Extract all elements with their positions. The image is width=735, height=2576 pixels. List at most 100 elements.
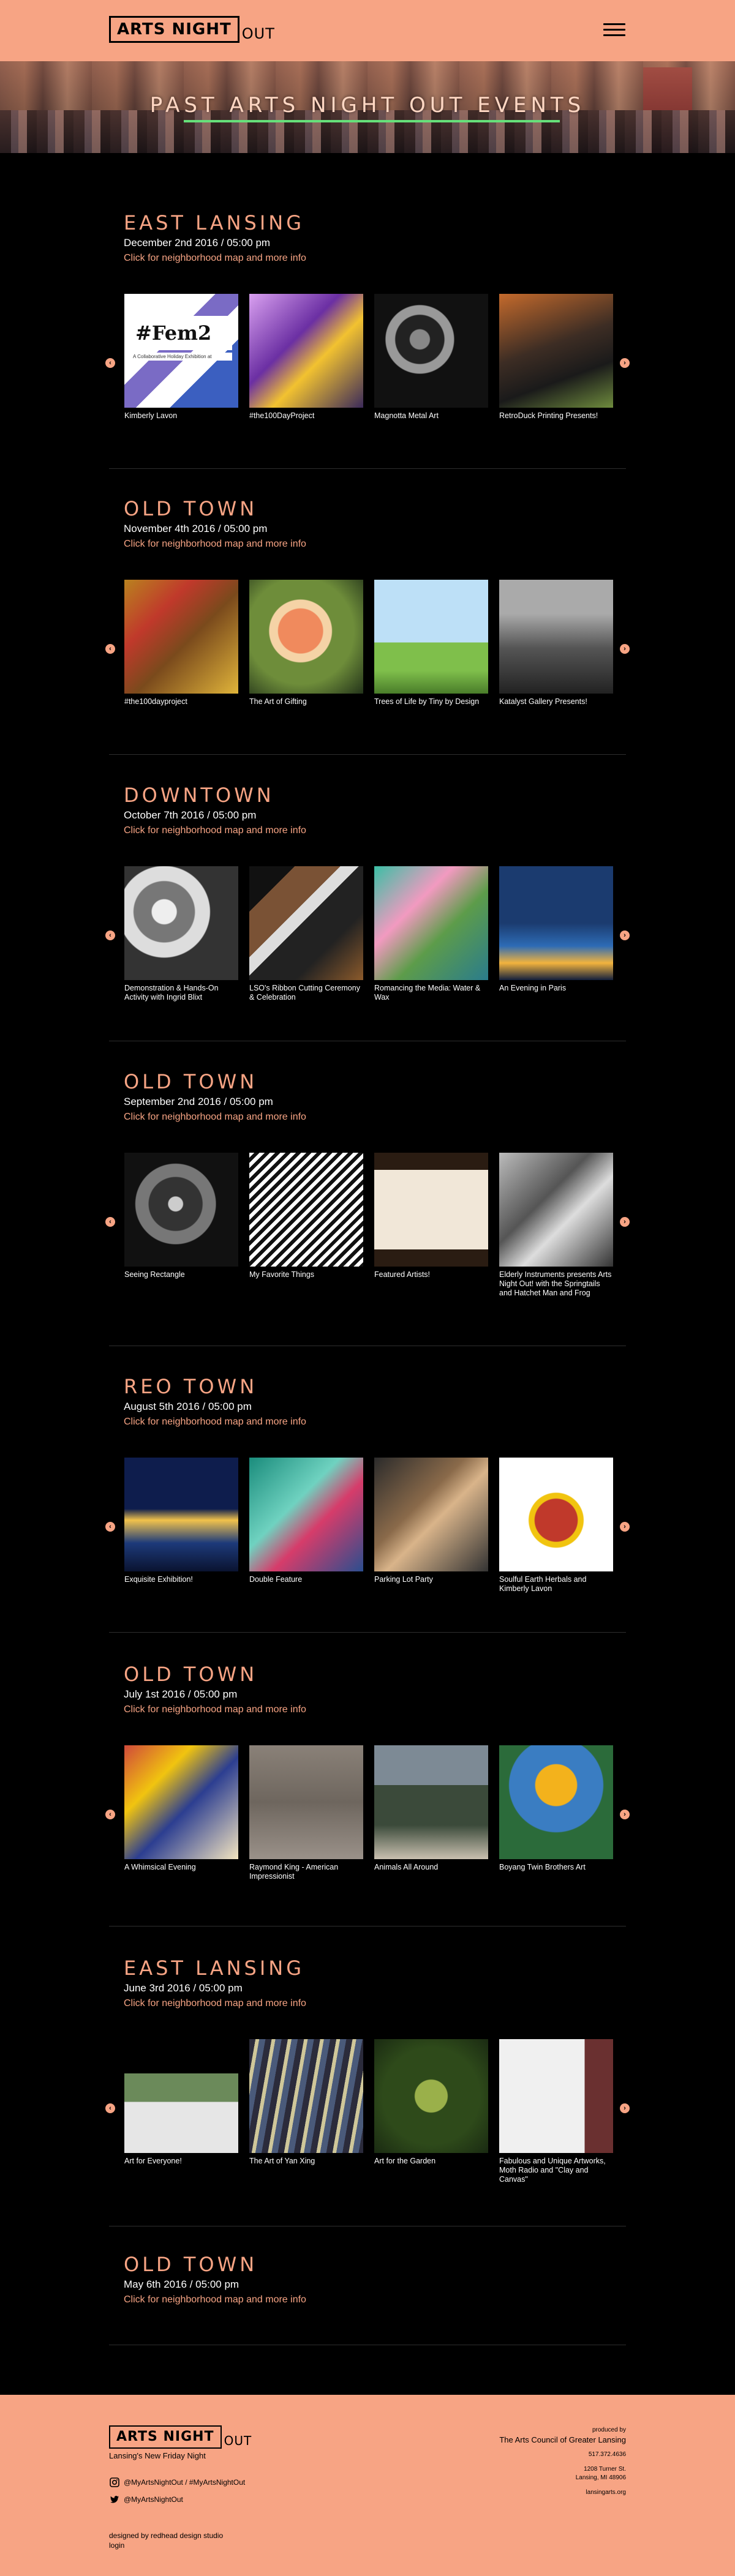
event-thumbnail[interactable] (374, 1745, 488, 1859)
site-logo[interactable]: ARTS NIGHT OUT (109, 16, 275, 43)
instagram-link[interactable]: @MyArtsNightOut / #MyArtsNightOut (109, 2477, 245, 2488)
carousel-prev-icon[interactable]: ‹ (105, 1810, 115, 1819)
org-website[interactable]: lansingarts.org (586, 2489, 626, 2496)
event-card[interactable]: Demonstration & Hands-On Activity with I… (124, 866, 238, 1002)
event-thumbnail[interactable] (124, 866, 238, 980)
event-thumbnail[interactable] (249, 1153, 363, 1267)
event-card[interactable]: Soulful Earth Herbals and Kimberly Lavon (499, 1458, 613, 1593)
event-thumbnail[interactable] (124, 1153, 238, 1267)
event-card[interactable]: Raymond King - American Impressionist (249, 1745, 363, 1881)
event-card[interactable]: RetroDuck Printing Presents! (499, 294, 613, 421)
event-thumbnail[interactable]: #Fem2 A Collaborative Holiday Exhibition … (124, 294, 238, 408)
event-card-title[interactable]: Kimberly Lavon (124, 411, 238, 421)
event-card-title[interactable]: #the100dayproject (124, 697, 238, 706)
carousel-prev-icon[interactable]: ‹ (105, 644, 115, 654)
neighborhood-map-link[interactable]: Click for neighborhood map and more info (124, 539, 306, 550)
twitter-link[interactable]: @MyArtsNightOut (109, 2494, 183, 2505)
org-name[interactable]: The Arts Council of Greater Lansing (499, 2435, 626, 2444)
event-card[interactable]: Double Feature (249, 1458, 363, 1584)
event-card-title[interactable]: Animals All Around (374, 1863, 488, 1872)
carousel-prev-icon[interactable]: ‹ (105, 2103, 115, 2113)
event-thumbnail[interactable] (499, 2039, 613, 2153)
event-thumbnail[interactable] (124, 1745, 238, 1859)
neighborhood-map-link[interactable]: Click for neighborhood map and more info (124, 1704, 306, 1715)
event-card[interactable]: Boyang Twin Brothers Art (499, 1745, 613, 1872)
carousel-next-icon[interactable]: › (620, 1810, 630, 1819)
event-card-title[interactable]: #the100DayProject (249, 411, 363, 421)
event-thumbnail[interactable] (249, 1745, 363, 1859)
event-thumbnail[interactable] (374, 294, 488, 408)
event-thumbnail[interactable] (249, 294, 363, 408)
hamburger-menu-icon[interactable] (603, 23, 625, 39)
event-card-title[interactable]: RetroDuck Printing Presents! (499, 411, 613, 421)
event-thumbnail[interactable] (249, 580, 363, 694)
carousel-prev-icon[interactable]: ‹ (105, 358, 115, 368)
event-card[interactable]: Elderly Instruments presents Arts Night … (499, 1153, 613, 1298)
event-thumbnail[interactable] (374, 1153, 488, 1267)
event-thumbnail[interactable] (124, 1458, 238, 1571)
event-thumbnail[interactable] (124, 2039, 238, 2153)
event-card-title[interactable]: Romancing the Media: Water & Wax (374, 984, 488, 1002)
event-card[interactable]: The Art of Gifting (249, 580, 363, 706)
neighborhood-map-link[interactable]: Click for neighborhood map and more info (124, 1998, 306, 2009)
neighborhood-map-link[interactable]: Click for neighborhood map and more info (124, 825, 306, 836)
event-thumbnail[interactable] (249, 866, 363, 980)
neighborhood-map-link[interactable]: Click for neighborhood map and more info (124, 1417, 306, 1428)
event-thumbnail[interactable] (124, 580, 238, 694)
event-card[interactable]: Exquisite Exhibition! (124, 1458, 238, 1584)
carousel-next-icon[interactable]: › (620, 644, 630, 654)
event-card[interactable]: A Whimsical Evening (124, 1745, 238, 1872)
carousel-next-icon[interactable]: › (620, 1217, 630, 1227)
carousel-next-icon[interactable]: › (620, 2103, 630, 2113)
event-card[interactable]: An Evening in Paris (499, 866, 613, 993)
neighborhood-map-link[interactable]: Click for neighborhood map and more info (124, 2294, 306, 2305)
neighborhood-map-link[interactable]: Click for neighborhood map and more info (124, 1112, 306, 1123)
event-card[interactable]: #the100dayproject (124, 580, 238, 706)
event-card[interactable]: My Favorite Things (249, 1153, 363, 1279)
event-card[interactable]: Art for Everyone! (124, 2039, 238, 2166)
event-card-title[interactable]: Soulful Earth Herbals and Kimberly Lavon (499, 1575, 613, 1593)
event-card-title[interactable]: My Favorite Things (249, 1270, 363, 1279)
event-card[interactable]: Animals All Around (374, 1745, 488, 1872)
event-card-title[interactable]: Katalyst Gallery Presents! (499, 697, 613, 706)
event-thumbnail[interactable] (499, 866, 613, 980)
event-thumbnail[interactable] (499, 580, 613, 694)
event-card-title[interactable]: Featured Artists! (374, 1270, 488, 1279)
event-card[interactable]: Romancing the Media: Water & Wax (374, 866, 488, 1002)
event-card-title[interactable]: LSO's Ribbon Cutting Ceremony & Celebrat… (249, 984, 363, 1002)
event-card-title[interactable]: Boyang Twin Brothers Art (499, 1863, 613, 1872)
event-thumbnail[interactable] (499, 1458, 613, 1571)
event-thumbnail[interactable] (249, 2039, 363, 2153)
event-card[interactable]: Trees of Life by Tiny by Design (374, 580, 488, 706)
event-card[interactable]: LSO's Ribbon Cutting Ceremony & Celebrat… (249, 866, 363, 1002)
event-card[interactable]: #Fem2 A Collaborative Holiday Exhibition … (124, 294, 238, 421)
event-card-title[interactable]: The Art of Gifting (249, 697, 363, 706)
designer-credit[interactable]: designed by redhead design studio (109, 2531, 223, 2540)
event-card-title[interactable]: Seeing Rectangle (124, 1270, 238, 1279)
neighborhood-map-link[interactable]: Click for neighborhood map and more info (124, 253, 306, 264)
carousel-prev-icon[interactable]: ‹ (105, 1522, 115, 1532)
event-thumbnail[interactable] (374, 2039, 488, 2153)
event-card[interactable]: Featured Artists! (374, 1153, 488, 1279)
carousel-prev-icon[interactable]: ‹ (105, 1217, 115, 1227)
event-card-title[interactable]: Double Feature (249, 1575, 363, 1584)
event-thumbnail[interactable] (249, 1458, 363, 1571)
carousel-next-icon[interactable]: › (620, 358, 630, 368)
event-card-title[interactable]: Parking Lot Party (374, 1575, 488, 1584)
event-card-title[interactable]: Elderly Instruments presents Arts Night … (499, 1270, 613, 1298)
event-thumbnail[interactable] (374, 1458, 488, 1571)
event-card[interactable]: Art for the Garden (374, 2039, 488, 2166)
event-card[interactable]: The Art of Yan Xing (249, 2039, 363, 2166)
event-thumbnail[interactable] (499, 1745, 613, 1859)
event-card-title[interactable]: Demonstration & Hands-On Activity with I… (124, 984, 238, 1002)
event-card[interactable]: Parking Lot Party (374, 1458, 488, 1584)
event-card[interactable]: Magnotta Metal Art (374, 294, 488, 421)
event-card[interactable]: Seeing Rectangle (124, 1153, 238, 1279)
event-thumbnail[interactable] (374, 580, 488, 694)
event-card[interactable]: #the100DayProject (249, 294, 363, 421)
event-card-title[interactable]: Exquisite Exhibition! (124, 1575, 238, 1584)
event-card-title[interactable]: The Art of Yan Xing (249, 2157, 363, 2166)
event-thumbnail[interactable] (499, 294, 613, 408)
event-thumbnail[interactable] (499, 1153, 613, 1267)
event-card-title[interactable]: Art for the Garden (374, 2157, 488, 2166)
